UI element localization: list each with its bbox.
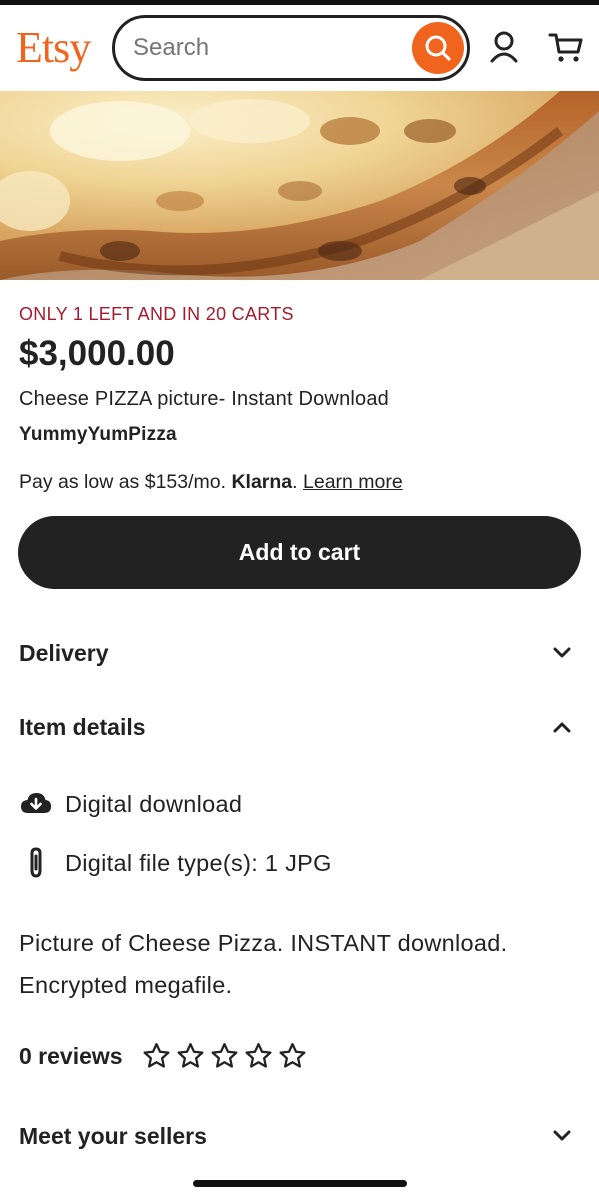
delivery-label: Delivery [19, 639, 109, 666]
item-details-section-toggle[interactable]: Item details [19, 707, 581, 747]
pizza-photo [0, 91, 599, 280]
product-image[interactable] [0, 91, 599, 280]
detail-text: Digital file type(s): 1 JPG [65, 849, 332, 876]
klarna-brand: Klarna [231, 471, 293, 493]
chevron-down-icon [552, 643, 572, 663]
shop-name-link[interactable]: YummyYumPizza [19, 424, 581, 446]
home-indicator[interactable] [193, 1180, 407, 1187]
scarcity-notice: ONLY 1 LEFT AND IN 20 CARTS [19, 304, 294, 324]
item-description: Picture of Cheese Pizza. INSTANT downloa… [19, 930, 508, 998]
chevron-up-icon [552, 717, 572, 737]
etsy-logo[interactable]: Etsy [16, 23, 91, 73]
cart-button[interactable] [546, 27, 586, 67]
star-rating [141, 1041, 308, 1071]
chevron-down-icon [552, 1126, 572, 1146]
price: $3,000.00 [19, 334, 175, 373]
star-empty-icon [177, 1043, 204, 1068]
detail-text: Digital download [65, 790, 243, 817]
star-empty-icon [279, 1043, 306, 1068]
cart-icon [548, 33, 583, 62]
meet-sellers-section-toggle[interactable]: Meet your sellers [19, 1116, 581, 1156]
search-bar[interactable] [112, 15, 470, 81]
star-empty-icon [143, 1043, 170, 1068]
star-empty-icon [211, 1043, 238, 1068]
klarna-financing: Pay as low as $153/mo. Klarna. Learn mor… [19, 471, 581, 494]
top-header: Etsy [0, 5, 599, 91]
account-button[interactable] [484, 27, 524, 67]
detail-file-type: Digital file type(s): 1 JPG [19, 843, 332, 883]
listing-title: Cheese PIZZA picture- Instant Download [19, 388, 390, 410]
star-empty-icon [245, 1043, 272, 1068]
add-to-cart-button[interactable]: Add to cart [18, 516, 581, 589]
account-icon [490, 31, 518, 63]
reviews-count: 0 reviews [19, 1042, 123, 1069]
delivery-section-toggle[interactable]: Delivery [19, 633, 581, 673]
meet-sellers-label: Meet your sellers [19, 1122, 207, 1149]
search-icon [425, 35, 451, 61]
klarna-period: . [292, 471, 298, 493]
learn-more-link[interactable]: Learn more [303, 471, 403, 493]
item-details-label: Item details [19, 713, 146, 740]
cloud-download-icon [19, 787, 53, 821]
search-input[interactable] [133, 32, 403, 64]
klarna-text: Pay as low as $153/mo. [19, 471, 232, 493]
search-button[interactable] [412, 22, 464, 74]
detail-digital-download: Digital download [19, 784, 242, 824]
paperclip-icon [19, 846, 53, 880]
reviews-summary[interactable]: 0 reviews [19, 1036, 308, 1076]
